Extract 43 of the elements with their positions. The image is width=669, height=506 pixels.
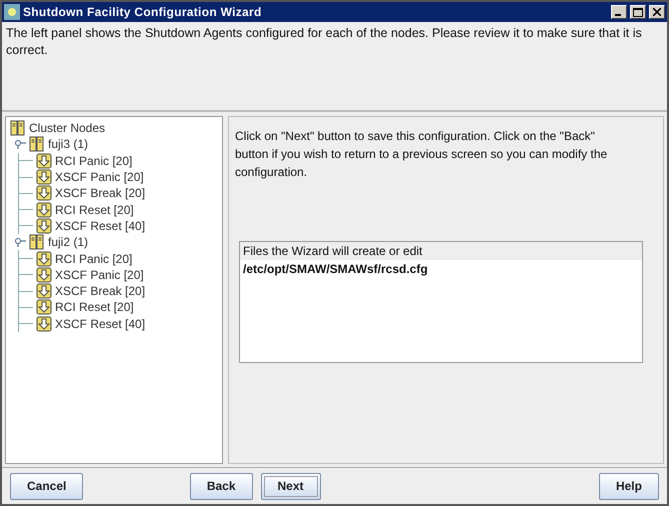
agent-label[interactable]: RCI Panic [20] <box>55 154 132 168</box>
dialog-button[interactable]: Help <box>598 472 659 500</box>
dialog-button[interactable]: Back <box>190 472 252 500</box>
intro-text: The left panel shows the Shutdown Agents configured for each of the nodes. Please review it to make sure that it is correct. <box>2 22 667 112</box>
agent-label[interactable]: XSCF Break [20] <box>55 186 146 200</box>
agent-label[interactable]: XSCF Reset [40] <box>55 218 146 233</box>
dialog-button[interactable]: Cancel <box>10 472 84 500</box>
agent-label[interactable]: RCI Panic [20] <box>55 252 132 266</box>
close-button[interactable] <box>649 5 665 19</box>
agent-label[interactable]: XSCF Break [20] <box>55 284 146 298</box>
maximize-button[interactable] <box>630 5 646 19</box>
agent-icon <box>36 299 52 316</box>
agent-icon <box>36 316 52 332</box>
file-path[interactable]: /etc/opt/SMAW/SMAWsf/rcsd.cfg <box>240 260 642 278</box>
agent-icon <box>36 185 52 202</box>
agent-icon <box>36 202 52 218</box>
node-label[interactable]: fuji3 (1) <box>48 137 88 152</box>
cluster-icon <box>10 120 26 136</box>
expanded-handle-icon[interactable] <box>14 139 26 150</box>
close-icon <box>653 8 661 16</box>
window-title: Shutdown Facility Configuration Wizard <box>23 5 263 19</box>
app-icon <box>4 4 20 20</box>
agent-label[interactable]: XSCF Reset [40] <box>55 316 146 331</box>
tree-root-label[interactable]: Cluster Nodes <box>29 121 106 136</box>
agent-label[interactable]: XSCF Panic [20] <box>55 268 144 282</box>
agent-icon <box>36 169 52 186</box>
minimize-button[interactable] <box>611 5 627 19</box>
agent-icon <box>36 283 52 300</box>
agent-label[interactable]: RCI Reset [20] <box>55 202 134 217</box>
node-label[interactable]: fuji2 (1) <box>48 235 88 250</box>
agent-icon <box>36 250 52 267</box>
files-header: Files the Wizard will create or edit <box>240 242 642 260</box>
node-icon <box>29 136 45 152</box>
agent-icon <box>36 218 52 234</box>
agent-label[interactable]: RCI Reset [20] <box>55 300 134 314</box>
agent-label[interactable]: XSCF Panic [20] <box>55 170 144 184</box>
instructions-text: Click on "Next" button to save this configuration. Click on the "Back" button if you wish to return to a previous screen so you can modify the configuration. <box>235 128 608 181</box>
agent-icon <box>36 152 52 169</box>
expanded-handle-icon[interactable] <box>14 237 26 248</box>
dialog-button[interactable]: Next <box>260 472 321 500</box>
node-icon <box>29 234 45 250</box>
agent-icon <box>36 266 52 283</box>
maximize-icon <box>633 8 643 16</box>
